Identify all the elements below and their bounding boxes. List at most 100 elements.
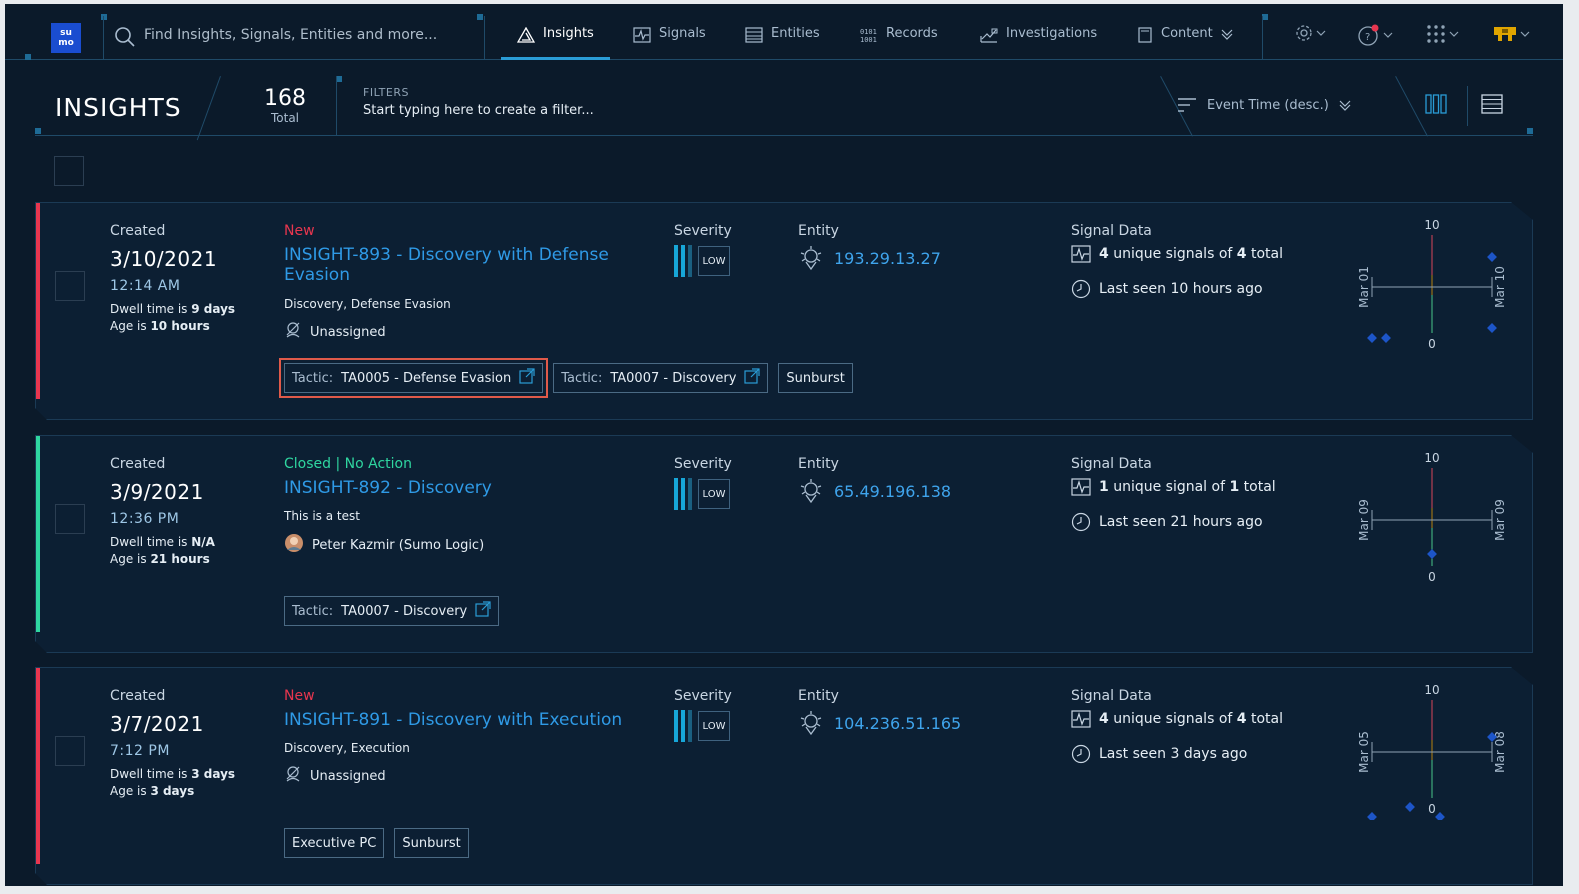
search-input[interactable]	[144, 24, 474, 46]
timeline-start-label: Mar 05	[1357, 731, 1371, 773]
status-badge: Closed | No Action	[284, 456, 412, 472]
insight-name-link[interactable]: INSIGHT-892 - Discovery	[284, 478, 634, 498]
tag-button[interactable]: Sunburst	[778, 363, 852, 393]
created-time: 12:36 PM	[110, 511, 180, 527]
card-view-button[interactable]	[1425, 94, 1447, 118]
tab-investigations[interactable]: Investigations	[980, 26, 1097, 60]
sort-label: Event Time (desc.)	[1207, 97, 1329, 113]
global-search	[103, 16, 485, 60]
tag-value: Executive PC	[292, 835, 377, 851]
created-time: 7:12 PM	[110, 743, 170, 759]
tab-records[interactable]: 0101 1001 Records	[860, 26, 938, 60]
sort-control[interactable]: Event Time (desc.)	[1177, 96, 1351, 114]
age-value: 10 hours	[150, 319, 210, 333]
insight-name-link[interactable]: INSIGHT-891 - Discovery with Execution	[284, 710, 634, 730]
tag-button[interactable]: Sunburst	[394, 828, 468, 858]
last-seen-text: Last seen 3 days ago	[1099, 746, 1248, 762]
tag-value: TA0005 - Defense Evasion	[341, 370, 512, 386]
timeline-min-label: 0	[1428, 570, 1436, 584]
status-stripe	[36, 436, 40, 632]
signal-marker[interactable]	[1487, 323, 1497, 333]
total-label: Total	[270, 111, 300, 125]
insight-card[interactable]: Created 3/7/2021 7:12 PM Dwell time is 3…	[35, 667, 1533, 885]
signals-icon	[1071, 710, 1091, 728]
frame-corner	[35, 128, 41, 134]
tab-entities[interactable]: Entities	[745, 26, 820, 60]
signal-text-suffix: total	[1239, 479, 1276, 495]
severity-label: Severity	[674, 456, 732, 472]
total-signal-count: 4	[1236, 246, 1247, 262]
tag-button[interactable]: Executive PC	[284, 828, 384, 858]
total-signal-count: 1	[1229, 479, 1240, 495]
row-checkbox[interactable]	[55, 504, 85, 534]
insight-card[interactable]: Created 3/9/2021 12:36 PM Dwell time is …	[35, 435, 1533, 653]
tag-list: Executive PC Sunburst	[284, 828, 469, 858]
signal-marker[interactable]	[1487, 252, 1497, 262]
tab-label: Entities	[771, 26, 820, 41]
signal-marker[interactable]	[1405, 802, 1415, 812]
sort-icon	[1178, 98, 1196, 112]
timeline-end-label: Mar 09	[1493, 499, 1507, 541]
apps-menu[interactable]	[1426, 24, 1459, 44]
assignee[interactable]: Unassigned	[284, 321, 386, 343]
severity-bar	[674, 710, 678, 742]
tab-content[interactable]: Content	[1137, 26, 1233, 60]
signal-marker[interactable]	[1381, 333, 1391, 343]
app-grid-icon	[1427, 25, 1445, 43]
unique-signal-count: 1	[1099, 479, 1109, 495]
user-menu[interactable]	[1493, 24, 1530, 44]
external-link-icon	[744, 368, 760, 388]
last-seen-text: Last seen 21 hours ago	[1099, 514, 1263, 530]
chevron-down-icon	[1520, 31, 1530, 37]
settings-menu[interactable]	[1295, 24, 1326, 42]
page-title: INSIGHTS	[55, 93, 182, 122]
content-icon	[1138, 27, 1152, 43]
severity-value: LOW	[698, 479, 730, 509]
tab-signals[interactable]: Signals	[633, 26, 706, 60]
dwell-prefix: Dwell time is	[110, 535, 192, 549]
created-date: 3/7/2021	[110, 712, 204, 736]
age-prefix: Age is	[110, 319, 151, 333]
signal-marker[interactable]	[1435, 812, 1445, 820]
tag-button[interactable]: Tactic: TA0007 - Discovery	[284, 596, 499, 626]
external-link-icon	[519, 368, 535, 388]
avatar	[1494, 27, 1516, 41]
tag-button[interactable]: Tactic: TA0005 - Defense Evasion	[284, 363, 543, 393]
row-checkbox[interactable]	[55, 736, 85, 766]
filter-input[interactable]: Start typing here to create a filter...	[363, 103, 594, 118]
age: Age is 10 hours	[110, 319, 210, 333]
chevron-down-icon	[1449, 31, 1459, 37]
signal-count: 4 unique signals of 4 total	[1071, 710, 1283, 728]
assignee[interactable]: Peter Kazmir (Sumo Logic)	[284, 533, 484, 557]
filter-bar[interactable]: FILTERS Start typing here to create a fi…	[363, 86, 594, 118]
severity-bar	[674, 478, 678, 510]
assignee-name: Peter Kazmir (Sumo Logic)	[312, 537, 485, 553]
assignee[interactable]: Unassigned	[284, 765, 386, 787]
tab-insights[interactable]: Insights	[501, 26, 610, 60]
insight-card[interactable]: Created 3/10/2021 12:14 AM Dwell time is…	[35, 202, 1533, 420]
help-menu[interactable]: ?	[1358, 24, 1393, 46]
dwell-time: Dwell time is 3 days	[110, 767, 235, 781]
tab-label: Insights	[543, 26, 594, 41]
signal-marker[interactable]	[1367, 812, 1377, 820]
insight-name-link[interactable]: INSIGHT-893 - Discovery with Defense Eva…	[284, 245, 634, 285]
row-checkbox[interactable]	[55, 271, 85, 301]
entity-link[interactable]: 104.236.51.165	[798, 710, 961, 736]
severity-indicator: LOW	[674, 478, 730, 510]
severity-bar	[681, 478, 685, 510]
tag-button[interactable]: Tactic: TA0007 - Discovery	[553, 363, 768, 393]
divider	[336, 76, 337, 136]
entity-link[interactable]: 65.49.196.138	[798, 478, 951, 504]
tab-label: Signals	[659, 26, 706, 41]
signal-marker[interactable]	[1367, 333, 1377, 343]
table-view-button[interactable]	[1481, 94, 1503, 118]
signal-marker[interactable]	[1427, 549, 1437, 559]
signal-data-label: Signal Data	[1071, 688, 1152, 704]
severity-bar	[688, 245, 692, 277]
sumo-logo[interactable]: su mo	[51, 23, 81, 53]
total-count: 168	[264, 86, 306, 111]
signals-icon	[633, 27, 651, 43]
select-all-checkbox[interactable]	[54, 156, 84, 186]
entity-link[interactable]: 193.29.13.27	[798, 245, 941, 271]
signal-text: unique signals of	[1108, 711, 1237, 727]
